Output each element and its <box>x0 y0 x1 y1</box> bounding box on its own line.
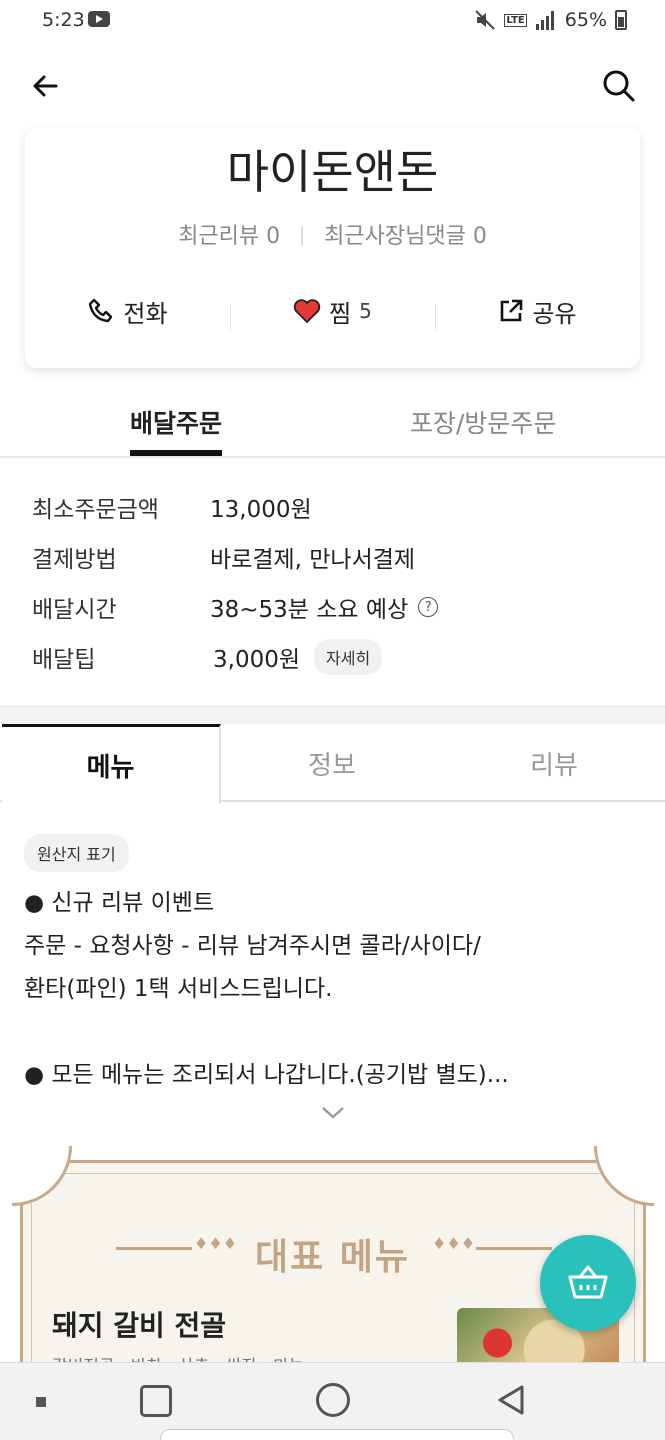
like-count: 5 <box>359 299 372 323</box>
nav-dot-icon[interactable] <box>36 1397 46 1407</box>
signal-icon <box>535 11 554 30</box>
nav-back-icon[interactable] <box>494 1383 528 1417</box>
heart-icon <box>293 299 321 324</box>
call-button[interactable]: 전화 <box>25 294 230 329</box>
system-nav-bar <box>0 1362 665 1440</box>
lte-label: LTE <box>504 13 527 27</box>
status-bar: 5:23 LTE 65% <box>0 0 665 42</box>
home-icon[interactable] <box>316 1383 350 1417</box>
notice-line: 주문 - 요청사항 - 리뷰 남겨주시면 콜라/사이다/ <box>24 933 481 959</box>
delivery-time-label: 배달시간 <box>32 597 117 623</box>
tab-delivery-order[interactable]: 배달주문 <box>130 404 223 456</box>
recent-apps-icon[interactable] <box>140 1385 172 1417</box>
stats-divider <box>301 226 304 246</box>
store-stats: 최근리뷰 0 최근사장님댓글 0 <box>25 218 640 250</box>
youtube-icon <box>88 11 110 27</box>
phone-icon <box>89 298 113 323</box>
delivery-time-value: 38~53분 소요 예상 <box>210 597 409 623</box>
dish-name[interactable]: 돼지 갈비 전골 <box>52 1304 226 1344</box>
store-name: 마이돈앤돈 <box>226 145 439 199</box>
tip-detail-button[interactable]: 자세히 <box>314 639 383 675</box>
payment-row: 결제방법 바로결제, 만나서결제 <box>32 532 632 582</box>
share-button[interactable]: 공유 <box>435 294 640 330</box>
back-arrow-icon[interactable] <box>26 66 66 106</box>
order-type-tabs: 배달주문 포장/방문주문 <box>0 390 665 458</box>
chevron-down-icon[interactable] <box>320 1100 346 1126</box>
origin-badge[interactable]: 원산지 표기 <box>24 834 129 872</box>
recent-reviews[interactable]: 최근리뷰 0 <box>178 224 280 249</box>
store-actions: 전화 찜 5 공유 <box>25 278 640 344</box>
delivery-time-value-wrap: 38~53분 소요 예상 ? <box>210 590 439 624</box>
min-order-label: 최소주문금액 <box>32 497 159 523</box>
tip-value-wrap: 3,000원 자세히 <box>210 639 383 675</box>
tip-value: 3,000원 <box>213 647 301 673</box>
gesture-handle[interactable] <box>160 1429 514 1440</box>
notice-line: 환타(파인) 1택 서비스드립니다. <box>24 976 333 1002</box>
banner-line-right <box>476 1247 552 1250</box>
min-order-value: 13,000원 <box>210 497 312 523</box>
like-label: 찜 <box>329 299 352 328</box>
app-bar <box>0 60 665 116</box>
cart-button[interactable] <box>540 1235 636 1331</box>
banner-deco-right: ♦♦♦ <box>432 1234 476 1253</box>
payment-label: 결제방법 <box>32 547 117 573</box>
store-card: 마이돈앤돈 최근리뷰 0 최근사장님댓글 0 전화 찜 5 공유 <box>25 128 640 368</box>
min-order-row: 최소주문금액 13,000원 <box>32 482 632 532</box>
tip-label: 배달팁 <box>32 647 96 673</box>
main-tabs: 메뉴 정보 리뷰 <box>0 724 665 804</box>
section-divider <box>0 706 665 724</box>
basket-icon <box>568 1265 608 1299</box>
battery-percent: 65% <box>564 9 607 31</box>
recent-owner-replies[interactable]: 최근사장님댓글 0 <box>324 224 487 249</box>
tab-menu[interactable]: 메뉴 <box>2 724 221 804</box>
share-label: 공유 <box>532 299 577 328</box>
tab-review[interactable]: 리뷰 <box>443 724 665 802</box>
notice-line: ● 신규 리뷰 이벤트 <box>24 890 215 916</box>
payment-value: 바로결제, 만나서결제 <box>210 547 416 573</box>
like-button[interactable]: 찜 5 <box>230 294 435 330</box>
delivery-info: 최소주문금액 13,000원 결제방법 바로결제, 만나서결제 배달시간 38~… <box>32 482 632 682</box>
call-label: 전화 <box>123 299 168 328</box>
tab-info[interactable]: 정보 <box>221 724 443 802</box>
delivery-time-row: 배달시간 38~53분 소요 예상 ? <box>32 582 632 632</box>
help-icon[interactable]: ? <box>418 597 439 617</box>
share-icon <box>501 299 523 322</box>
notice-gap <box>24 1011 644 1054</box>
status-right: LTE 65% <box>474 9 627 31</box>
battery-icon <box>615 10 627 30</box>
tab-pickup-order[interactable]: 포장/방문주문 <box>410 404 556 440</box>
tip-row: 배달팁 3,000원 자세히 <box>32 632 632 682</box>
notice-line: ● 모든 메뉴는 조리되서 나갑니다.(공기밥 별도)... <box>24 1062 509 1088</box>
status-time: 5:23 <box>42 9 85 31</box>
mute-icon <box>475 10 496 30</box>
search-icon[interactable] <box>599 66 639 106</box>
store-notice: ● 신규 리뷰 이벤트 주문 - 요청사항 - 리뷰 남겨주시면 콜라/사이다/… <box>24 882 644 1097</box>
